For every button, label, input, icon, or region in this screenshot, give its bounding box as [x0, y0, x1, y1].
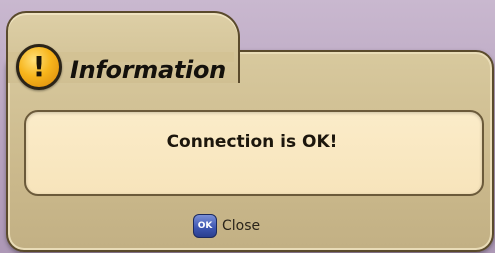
ok-glyph: OK — [197, 221, 213, 231]
exclamation-circle-icon: ! — [16, 44, 62, 90]
ok-button-icon: OK — [193, 214, 217, 238]
close-label: Close — [222, 218, 261, 234]
dialog-title: Information — [70, 56, 226, 84]
tv-screen: ! Information Connection is OK! OK Close — [0, 0, 495, 253]
message-panel — [24, 110, 484, 196]
warning-glyph: ! — [32, 50, 46, 83]
close-button[interactable]: OK Close — [193, 214, 260, 238]
dialog-message: Connection is OK! — [166, 132, 338, 152]
